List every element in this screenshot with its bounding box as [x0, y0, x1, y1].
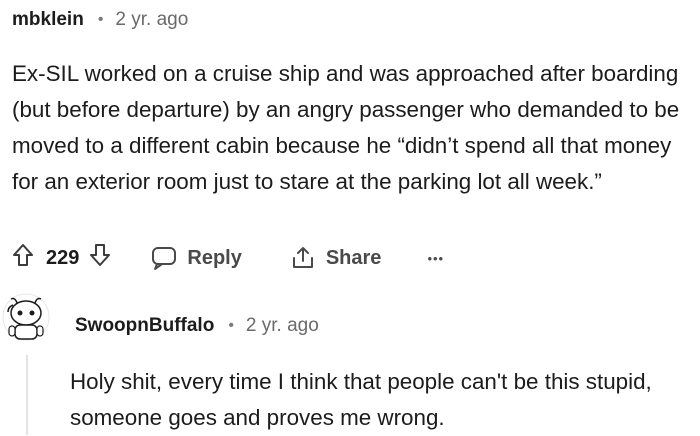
share-button[interactable]: Share — [290, 245, 382, 271]
reply-button-label: Reply — [187, 246, 242, 269]
comment-header: mbklein • 2 yr. ago — [12, 6, 188, 34]
comment-action-bar: 229 Reply Share ••• — [12, 241, 444, 275]
snoo-avatar-icon[interactable] — [2, 293, 50, 345]
share-arrow-icon — [292, 247, 313, 268]
reply-body: Holy shit, every time I think that peopl… — [70, 369, 652, 430]
downvote-arrow-icon[interactable] — [89, 243, 111, 273]
comment-body: Ex-SIL worked on a cruise ship and was a… — [12, 61, 680, 194]
thread-line[interactable] — [26, 355, 28, 435]
speech-bubble-icon — [152, 247, 177, 270]
comment-username[interactable]: mbklein — [12, 9, 84, 31]
comment-timestamp[interactable]: 2 yr. ago — [115, 9, 188, 31]
reply-header: SwoopnBuffalo • 2 yr. ago — [75, 312, 319, 340]
vote-group: 229 — [12, 243, 111, 273]
vote-count: 229 — [46, 246, 80, 269]
reply-username[interactable]: SwoopnBuffalo — [75, 315, 214, 337]
ellipsis-icon[interactable]: ••• — [427, 251, 444, 266]
share-button-label: Share — [325, 246, 382, 269]
reply-header-separator: • — [228, 317, 234, 334]
reply-timestamp[interactable]: 2 yr. ago — [246, 315, 319, 337]
reply-button[interactable]: Reply — [151, 245, 242, 271]
header-separator: • — [97, 11, 104, 28]
upvote-arrow-icon[interactable] — [12, 243, 34, 273]
